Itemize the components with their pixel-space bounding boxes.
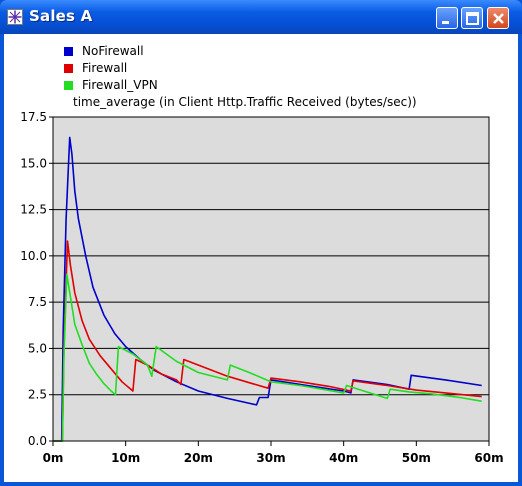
x-tick-label: 30m (256, 451, 285, 465)
x-tick-label: 50m (402, 451, 431, 465)
window-frame: Sales A NoFirewall Firewall Firewall_VPN (0, 0, 522, 486)
minimize-icon (442, 21, 449, 24)
y-tick-label: 0.0 (28, 434, 47, 448)
x-tick-label: 0m (43, 451, 64, 465)
maximize-icon (466, 12, 479, 25)
line-chart: 0.0 2.5 5.0 7.5 10.0 12.5 15.0 17.5 0m 10m 20m 30m 4… (20, 110, 503, 465)
window-title: Sales A (29, 7, 93, 25)
y-tick-label: 15.0 (20, 156, 47, 170)
minimize-button[interactable] (436, 7, 458, 29)
chart-panel: NoFirewall Firewall Firewall_VPN time_av… (4, 34, 518, 482)
y-tick-label: 2.5 (28, 388, 47, 402)
x-tick-label: 10m (111, 451, 140, 465)
y-tick-label: 5.0 (28, 341, 47, 355)
close-button[interactable] (487, 7, 509, 29)
x-tick-label: 60m (474, 451, 503, 465)
maximize-button[interactable] (461, 7, 483, 29)
y-tick-label: 7.5 (28, 295, 47, 309)
x-tick-label: 40m (329, 451, 358, 465)
close-icon (493, 13, 504, 24)
y-tick-label: 10.0 (20, 249, 47, 263)
title-bar[interactable]: Sales A (0, 0, 522, 34)
app-star-icon (7, 9, 23, 25)
y-tick-label: 12.5 (20, 203, 47, 217)
x-tick-label: 20m (184, 451, 213, 465)
y-tick-label: 17.5 (20, 110, 47, 124)
